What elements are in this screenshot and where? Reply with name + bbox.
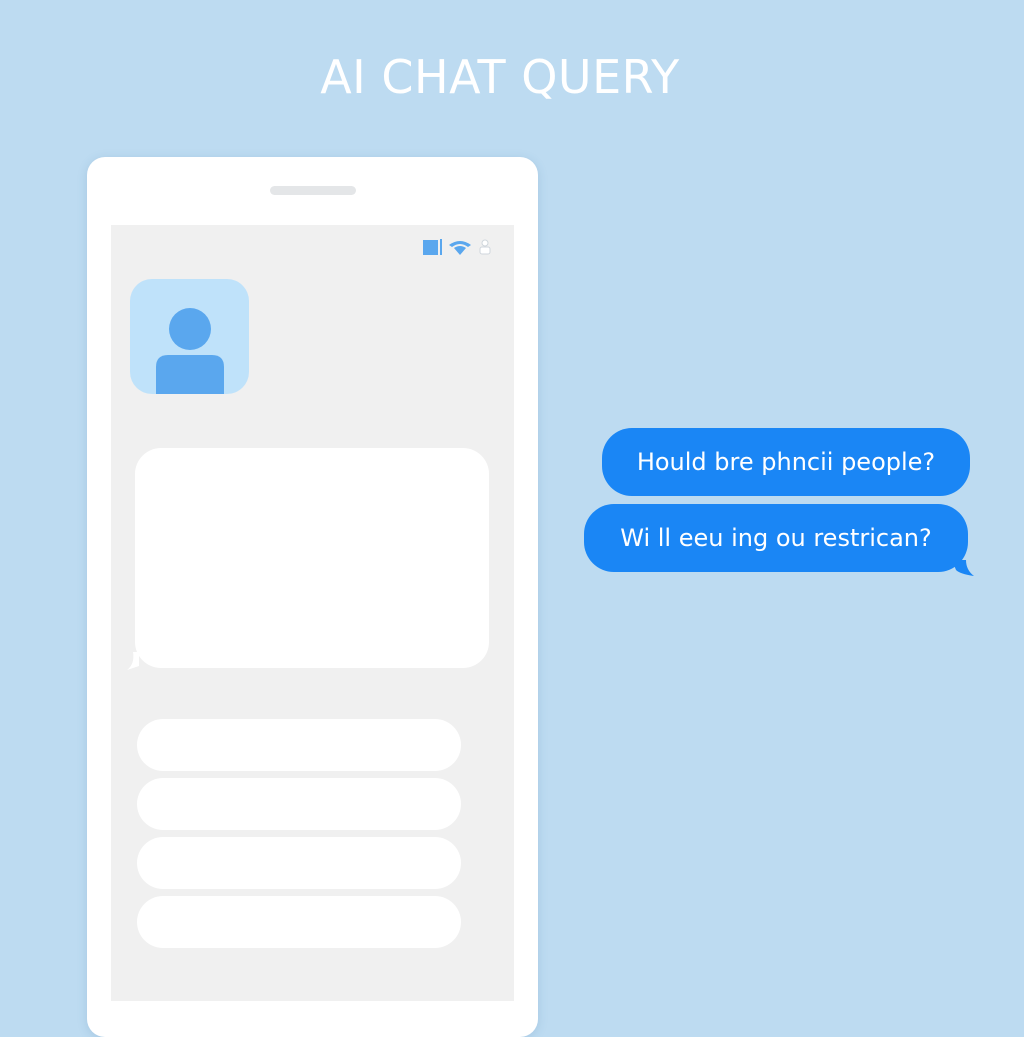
status-bar <box>423 237 492 257</box>
phone-frame <box>87 157 538 1037</box>
bubble-tail-icon <box>952 560 974 576</box>
battery-tip-icon <box>440 239 442 255</box>
bubble-tail-icon <box>127 652 139 670</box>
reply-option-4[interactable] <box>137 896 461 948</box>
ai-response-bubble <box>127 448 489 670</box>
reply-option-3[interactable] <box>137 837 461 889</box>
page-title: AI CHAT QUERY <box>320 50 680 104</box>
phone-speaker <box>270 186 356 195</box>
phone-screen <box>111 225 514 1001</box>
user-query-bubble[interactable]: Wi ll ееu ing ou restrican? <box>584 504 974 576</box>
reply-option-1[interactable] <box>137 719 461 771</box>
person-icon <box>479 239 491 255</box>
query-text: Hould bre phncii people? <box>636 448 936 476</box>
query-text: Wi ll ееu ing ou restrican? <box>620 524 932 552</box>
battery-icon <box>423 239 438 255</box>
user-avatar-icon[interactable] <box>130 279 249 394</box>
reply-option-2[interactable] <box>137 778 461 830</box>
wifi-icon <box>449 241 471 255</box>
user-query-bubble[interactable]: Hould bre phncii people? <box>602 428 970 496</box>
